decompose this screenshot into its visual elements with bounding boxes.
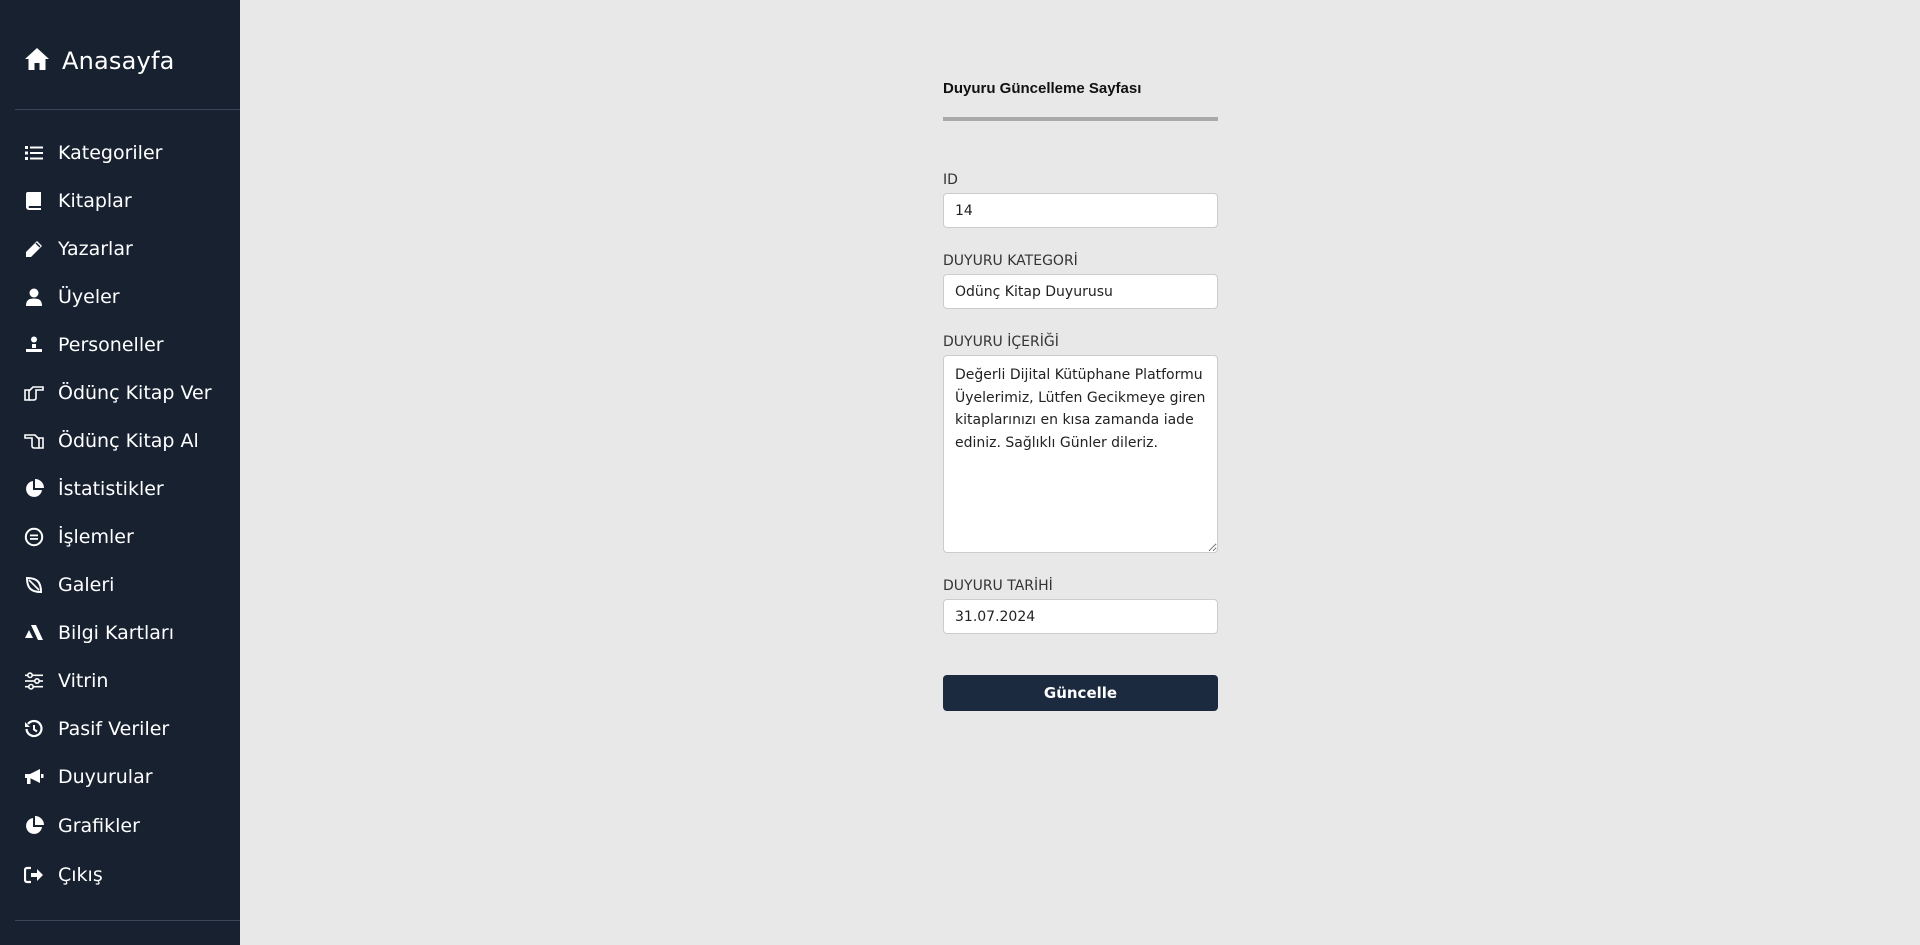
category-label: DUYURU KATEGORİ bbox=[943, 253, 1078, 269]
sidebar-item-label: Galeri bbox=[58, 574, 115, 596]
sidebar-item-label: Çıkış bbox=[58, 864, 103, 886]
sidebar-item-pasif-veriler[interactable]: Pasif Veriler bbox=[24, 714, 234, 744]
content-label: DUYURU İÇERİĞİ bbox=[943, 334, 1059, 350]
history-icon bbox=[24, 719, 44, 739]
sidebar-item-label: Ödünç Kitap Al bbox=[58, 430, 199, 452]
sidebar-item-label: Ödünç Kitap Ver bbox=[58, 382, 212, 404]
id-label: ID bbox=[943, 172, 958, 188]
content-textarea[interactable]: Değerli Dijital Kütüphane Platformu Üyel… bbox=[943, 355, 1218, 553]
sidebar-item-vitrin[interactable]: Vitrin bbox=[24, 666, 234, 696]
sidebar-item-label: Pasif Veriler bbox=[58, 718, 170, 740]
staff-icon bbox=[24, 335, 44, 355]
update-button[interactable]: Güncelle bbox=[943, 675, 1218, 711]
sidebar-item-duyurular[interactable]: Duyurular bbox=[24, 762, 234, 792]
sidebar-divider-bottom bbox=[15, 920, 240, 921]
sidebar-divider-top bbox=[15, 109, 240, 110]
sidebar-item-label: Bilgi Kartları bbox=[58, 622, 175, 644]
book-icon bbox=[24, 191, 44, 211]
date-label: DUYURU TARİHİ bbox=[943, 578, 1053, 594]
cards-icon bbox=[24, 623, 44, 643]
sidebar-item-label: Vitrin bbox=[58, 670, 109, 692]
sidebar-item-bilgi-kartlari[interactable]: Bilgi Kartları bbox=[24, 618, 234, 648]
sidebar-item-label: Kitaplar bbox=[58, 190, 132, 212]
hand-point-left-icon bbox=[24, 431, 44, 451]
leaf-icon bbox=[24, 575, 44, 595]
sidebar-item-uyeler[interactable]: Üyeler bbox=[24, 282, 234, 312]
megaphone-icon bbox=[24, 767, 44, 787]
sidebar-item-galeri[interactable]: Galeri bbox=[24, 570, 234, 600]
sidebar-item-kitaplar[interactable]: Kitaplar bbox=[24, 186, 234, 216]
sidebar: Anasayfa Kategoriler Kitaplar Yazarlar Ü… bbox=[0, 0, 240, 945]
sidebar-item-istatistikler[interactable]: İstatistikler bbox=[24, 474, 234, 504]
home-icon bbox=[24, 47, 50, 75]
sidebar-item-odunc-kitap-ver[interactable]: Ödünç Kitap Ver bbox=[24, 378, 234, 408]
sidebar-item-label: Duyurular bbox=[58, 766, 153, 788]
pie-chart-icon bbox=[24, 816, 44, 836]
circle-list-icon bbox=[24, 527, 44, 547]
id-field[interactable] bbox=[943, 193, 1218, 228]
sidebar-item-grafikler[interactable]: Grafikler bbox=[24, 811, 234, 841]
sidebar-item-label: Kategoriler bbox=[58, 142, 163, 164]
sidebar-item-odunc-kitap-al[interactable]: Ödünç Kitap Al bbox=[24, 426, 234, 456]
sidebar-item-personeller[interactable]: Personeller bbox=[24, 330, 234, 360]
sidebar-item-label: Grafikler bbox=[58, 815, 140, 837]
list-icon bbox=[24, 143, 44, 163]
sidebar-item-label: İstatistikler bbox=[58, 478, 164, 500]
title-divider bbox=[943, 117, 1218, 121]
sidebar-item-label: Personeller bbox=[58, 334, 164, 356]
sidebar-brand-home[interactable]: Anasayfa bbox=[24, 44, 175, 78]
sidebar-item-islemler[interactable]: İşlemler bbox=[24, 522, 234, 552]
sidebar-item-kategoriler[interactable]: Kategoriler bbox=[24, 138, 234, 168]
announcement-update-form: Duyuru Güncelleme Sayfası ID DUYURU KATE… bbox=[943, 80, 1218, 711]
logout-icon bbox=[24, 865, 44, 885]
sidebar-brand-label: Anasayfa bbox=[62, 47, 175, 75]
sidebar-item-cikis[interactable]: Çıkış bbox=[24, 860, 234, 890]
user-icon bbox=[24, 287, 44, 307]
sidebar-item-yazarlar[interactable]: Yazarlar bbox=[24, 234, 234, 264]
sidebar-item-label: Üyeler bbox=[58, 286, 120, 308]
pencil-icon bbox=[24, 239, 44, 259]
sidebar-item-label: Yazarlar bbox=[58, 238, 133, 260]
pie-chart-icon bbox=[24, 479, 44, 499]
sidebar-item-label: İşlemler bbox=[58, 526, 134, 548]
page-title: Duyuru Güncelleme Sayfası bbox=[943, 80, 1142, 97]
date-field[interactable] bbox=[943, 599, 1218, 634]
category-field[interactable] bbox=[943, 274, 1218, 309]
hand-point-right-icon bbox=[24, 383, 44, 403]
sliders-icon bbox=[24, 671, 44, 691]
